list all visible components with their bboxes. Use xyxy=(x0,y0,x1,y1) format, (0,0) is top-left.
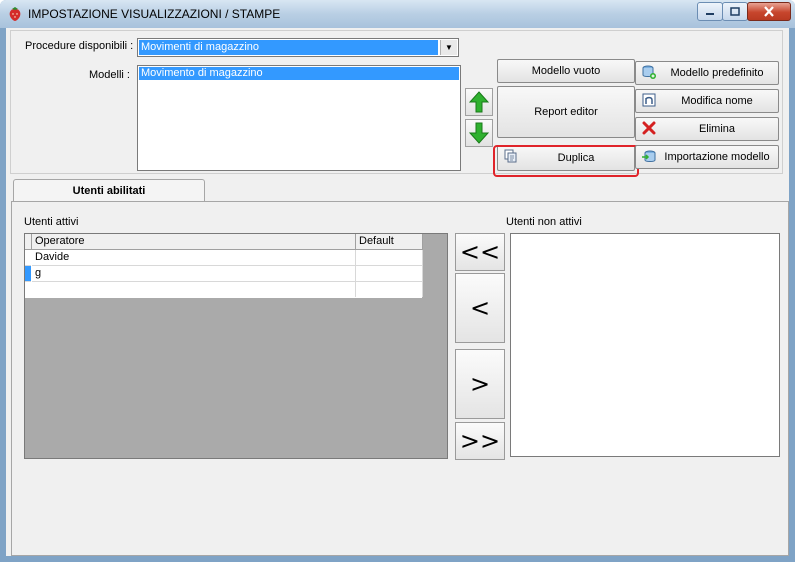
grid-corner xyxy=(25,234,32,250)
close-button[interactable] xyxy=(747,2,791,21)
window-title: IMPOSTAZIONE VISUALIZZAZIONI / STAMPE xyxy=(28,7,281,21)
grid-content: Operatore Default Davide g xyxy=(25,234,423,298)
window-client: Procedure disponibili : Movimenti di mag… xyxy=(6,28,789,556)
modelli-label: Modelli : xyxy=(89,69,130,81)
tab-utenti-abilitati[interactable]: Utenti abilitati xyxy=(13,179,205,202)
title-bar[interactable]: IMPOSTAZIONE VISUALIZZAZIONI / STAMPE xyxy=(0,0,795,28)
models-group: Procedure disponibili : Movimenti di mag… xyxy=(10,30,783,177)
green-up-arrow-icon xyxy=(469,91,489,113)
dropdown-arrow-icon[interactable]: ▼ xyxy=(440,40,457,55)
minimize-icon xyxy=(706,12,714,15)
procedure-label: Procedure disponibili : xyxy=(25,40,134,52)
move-up-button[interactable] xyxy=(465,88,493,116)
minimize-button[interactable] xyxy=(697,2,723,21)
duplica-highlight xyxy=(493,145,639,177)
green-down-arrow-icon xyxy=(469,122,489,144)
move-left-button[interactable]: < xyxy=(455,273,505,343)
close-icon xyxy=(764,6,774,17)
move-down-button[interactable] xyxy=(465,119,493,147)
active-users-grid[interactable]: Operatore Default Davide g xyxy=(24,233,448,459)
active-users-label: Utenti attivi xyxy=(24,216,79,228)
modelli-item[interactable]: Movimento di magazzino xyxy=(139,67,459,80)
empty-cell xyxy=(356,282,423,297)
import-database-icon xyxy=(642,150,656,162)
maximize-button[interactable] xyxy=(722,2,748,21)
empty-cell xyxy=(32,282,356,297)
inactive-users-list[interactable] xyxy=(510,233,780,457)
move-right-button[interactable]: > xyxy=(455,349,505,419)
modifica-nome-label: Modifica nome xyxy=(681,95,753,107)
elimina-button[interactable]: Elimina xyxy=(635,117,779,141)
cell-default[interactable] xyxy=(356,266,423,282)
move-all-right-button[interactable]: >> xyxy=(455,422,505,460)
modello-predefinito-button[interactable]: Modello predefinito xyxy=(635,61,779,85)
importazione-modello-label: Importazione modello xyxy=(664,151,770,163)
procedure-value: Movimenti di magazzino xyxy=(139,40,438,55)
modelli-listbox[interactable]: Movimento di magazzino xyxy=(137,65,461,171)
inactive-users-label: Utenti non attivi xyxy=(506,216,582,228)
modello-predefinito-label: Modello predefinito xyxy=(670,67,764,79)
elimina-label: Elimina xyxy=(698,123,736,135)
move-all-left-button[interactable]: << xyxy=(455,233,505,271)
report-editor-label: Report editor xyxy=(534,106,598,118)
maximize-icon xyxy=(730,7,740,16)
modello-vuoto-button[interactable]: Modello vuoto xyxy=(497,59,635,83)
n-letter-icon xyxy=(642,93,656,107)
app-window: IMPOSTAZIONE VISUALIZZAZIONI / STAMPE Pr… xyxy=(0,0,795,562)
procedure-dropdown[interactable]: Movimenti di magazzino ▼ xyxy=(137,38,459,57)
importazione-modello-button[interactable]: Importazione modello xyxy=(635,145,779,169)
strawberry-icon xyxy=(9,7,21,21)
report-editor-button[interactable]: Report editor xyxy=(497,86,635,138)
utenti-tab-page: Utenti attivi Utenti non attivi Operator… xyxy=(11,201,789,556)
cell-operatore[interactable]: g xyxy=(32,266,356,282)
cell-operatore[interactable]: Davide xyxy=(32,250,356,266)
row-indicator xyxy=(25,250,31,266)
column-header-operatore[interactable]: Operatore xyxy=(32,234,356,250)
modello-vuoto-label: Modello vuoto xyxy=(531,65,601,77)
database-add-icon xyxy=(642,65,656,79)
modifica-nome-button[interactable]: Modifica nome xyxy=(635,89,779,113)
cell-default[interactable] xyxy=(356,250,423,266)
column-header-default[interactable]: Default xyxy=(356,234,423,250)
current-row-indicator xyxy=(25,266,31,282)
red-x-icon xyxy=(642,121,656,135)
